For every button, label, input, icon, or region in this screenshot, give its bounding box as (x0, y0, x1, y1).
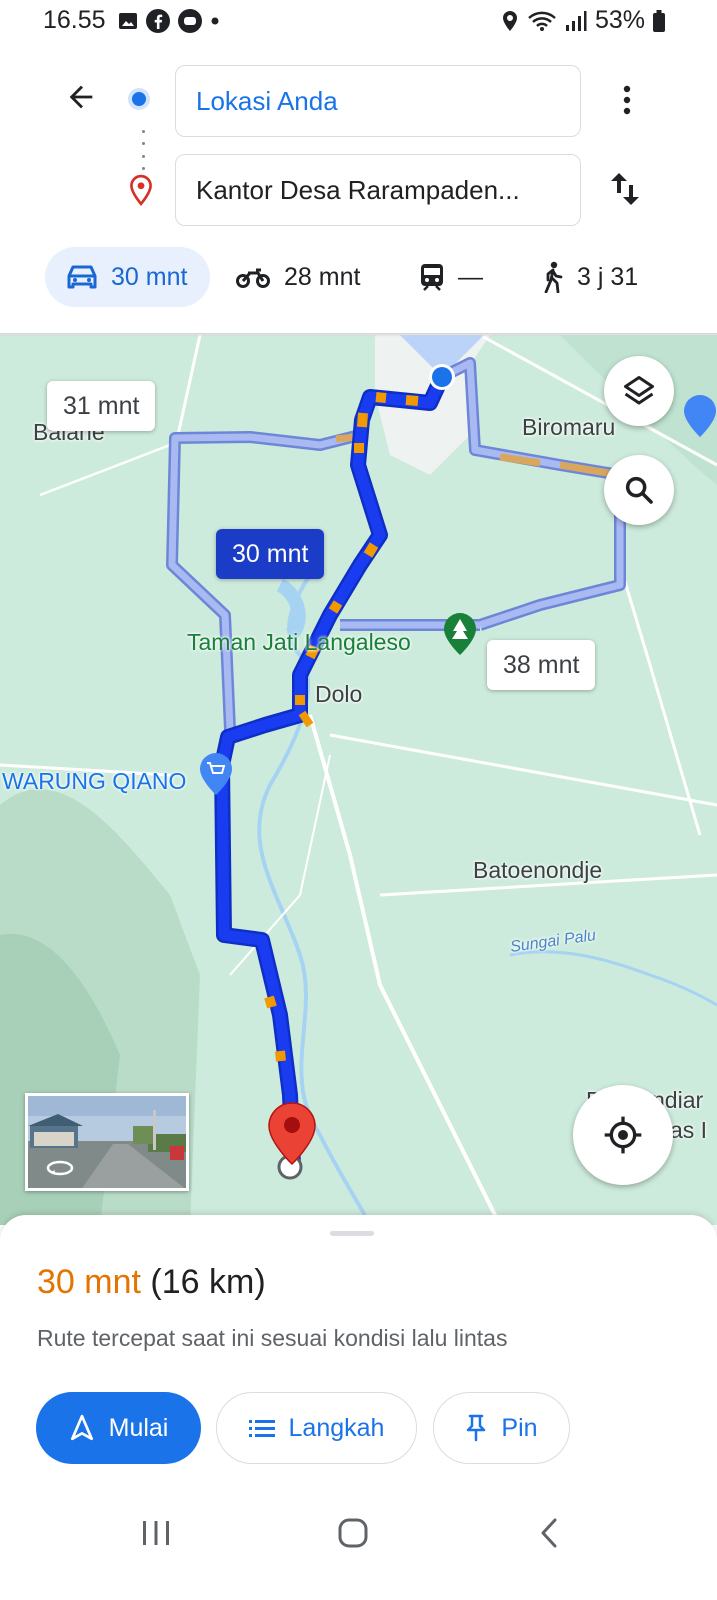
tab-transit[interactable]: — (420, 247, 483, 307)
route-distance: (16 km) (150, 1263, 266, 1301)
more-vert-icon (623, 85, 631, 115)
notification-icons (118, 9, 220, 33)
route-chip-alt-31[interactable]: 31 mnt (47, 381, 156, 431)
start-navigation-label: Mulai (108, 1413, 169, 1442)
layers-button[interactable] (604, 356, 674, 426)
origin-input[interactable]: Lokasi Anda (175, 65, 581, 137)
arrow-back-icon (69, 85, 93, 109)
pin-button[interactable]: Pin (433, 1392, 570, 1464)
map-label-taman-jati: Taman Jati Langaleso (187, 629, 411, 655)
map-label-edge-as: as I (670, 1117, 708, 1143)
recent-apps-button[interactable] (131, 1508, 181, 1558)
map-view[interactable]: Balane Biromaru Taman Jati Langaleso Dol… (0, 335, 717, 1225)
route-summary: 30 mnt (16 km) (37, 1263, 266, 1302)
rotate-360-icon (46, 1160, 74, 1176)
my-location-button[interactable] (573, 1085, 673, 1185)
car-icon (67, 265, 97, 289)
tab-walk[interactable]: 3 j 31 (541, 247, 638, 307)
list-icon (248, 1420, 275, 1437)
wifi-icon (528, 11, 556, 31)
system-icons: 53% (501, 6, 665, 35)
tab-motorcycle-label: 28 mnt (284, 262, 361, 291)
pin-label: Pin (501, 1413, 538, 1442)
steps-button[interactable]: Langkah (216, 1392, 417, 1464)
battery-icon (653, 9, 665, 32)
walk-icon (544, 261, 563, 293)
train-icon (421, 264, 443, 291)
steps-label: Langkah (288, 1413, 385, 1442)
map-label-warung-qiano[interactable]: WARUNG QIANO (2, 768, 186, 795)
destination-input[interactable]: Kantor Desa Rarampaden... (175, 154, 581, 226)
swap-vert-icon (611, 173, 639, 205)
route-duration: 30 mnt (37, 1263, 141, 1301)
map-label-biromaru: Biromaru (522, 414, 616, 440)
gallery-icon (119, 13, 137, 29)
chevron-left-icon (541, 1518, 557, 1548)
origin-dot-icon (128, 88, 150, 110)
route-chip-main-30[interactable]: 30 mnt (216, 529, 325, 579)
home-button[interactable] (328, 1508, 378, 1558)
route-description: Rute tercepat saat ini sesuai kondisi la… (37, 1325, 508, 1351)
chat-bubble-icon (178, 9, 202, 33)
navigation-arrow-icon (70, 1414, 93, 1441)
system-navigation-bar (0, 1480, 717, 1580)
drag-handle[interactable] (330, 1231, 374, 1236)
street-view-thumbnail[interactable] (25, 1093, 189, 1191)
header-shadow (0, 333, 717, 337)
motorcycle-icon (236, 268, 270, 288)
more-options-button[interactable] (610, 78, 644, 122)
back-nav-button[interactable] (524, 1508, 574, 1558)
status-time: 16.55 (43, 6, 106, 34)
facebook-icon (146, 9, 170, 33)
tab-car-label: 30 mnt (111, 262, 188, 291)
signal-icon (565, 10, 587, 31)
swap-button[interactable] (602, 164, 648, 214)
dot-icon (211, 17, 219, 25)
route-dots-connector (141, 130, 145, 170)
tab-walk-label: 3 j 31 (577, 262, 639, 291)
tab-car[interactable]: 30 mnt (45, 247, 210, 307)
layers-icon (624, 376, 654, 405)
route-chip-alt-38[interactable]: 38 mnt (487, 640, 596, 690)
back-button[interactable] (58, 74, 104, 120)
map-label-dolo: Dolo (315, 681, 363, 707)
tab-motorcycle[interactable]: 28 mnt (236, 247, 360, 307)
travel-mode-tabs: 30 mnt 28 mnt — 3 j 31 (0, 247, 717, 309)
push-pin-icon (467, 1414, 486, 1442)
battery-percent: 53% (594, 6, 645, 34)
location-icon (502, 10, 517, 31)
status-bar: 16.55 53% (0, 0, 717, 44)
tab-transit-label: — (458, 262, 483, 291)
search-icon (625, 476, 653, 504)
start-navigation-button[interactable]: Mulai (36, 1392, 201, 1464)
my-location-icon (604, 1116, 642, 1154)
recent-apps-icon (143, 1521, 169, 1545)
search-along-route-button[interactable] (604, 455, 674, 525)
map-label-batoenondje: Batoenondje (473, 857, 603, 883)
directions-header: Lokasi Anda Kantor Desa Rarampaden... 30… (0, 44, 717, 334)
destination-pin-icon (130, 174, 152, 206)
home-icon (338, 1518, 368, 1548)
